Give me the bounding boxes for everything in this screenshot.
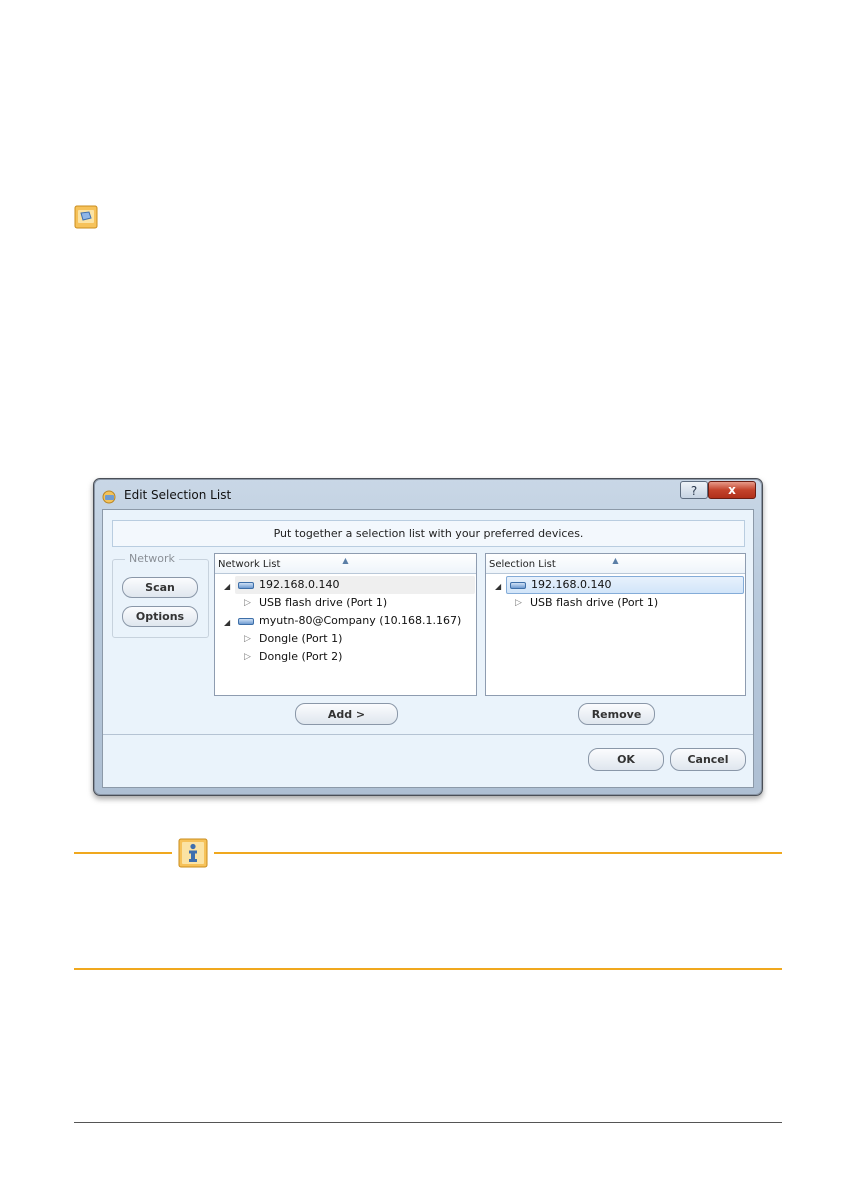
sticky-note-icon (74, 205, 98, 229)
tree-item[interactable]: USB flash drive (Port 1) (530, 594, 658, 612)
tree-item-label: Dongle (Port 1) (259, 632, 343, 645)
close-button[interactable]: x (708, 481, 756, 499)
collapsed-arrow-icon[interactable]: ▷ (244, 598, 251, 608)
tree-item[interactable]: 192.168.0.140 (235, 576, 475, 594)
selection-list[interactable]: ▲ Selection List ◢ 192.168.0.140 ▷ USB f… (485, 553, 746, 696)
sort-up-icon: ▲ (342, 556, 349, 565)
footer-rule (74, 1122, 782, 1123)
tree-item[interactable]: 192.168.0.140 (506, 576, 744, 594)
collapsed-arrow-icon[interactable]: ▷ (244, 652, 251, 662)
note-top-rule-right (214, 852, 782, 854)
instruction-text: Put together a selection list with your … (112, 520, 745, 547)
network-list[interactable]: ▲ Network List ◢ 192.168.0.140 ▷ USB fla… (214, 553, 477, 696)
network-list-header[interactable]: ▲ Network List (215, 554, 476, 574)
note-top-rule (74, 852, 172, 854)
collapsed-arrow-icon[interactable]: ▷ (515, 598, 522, 608)
tree-item[interactable]: USB flash drive (Port 1) (259, 594, 387, 612)
add-button[interactable]: Add > (295, 703, 398, 725)
sort-up-icon: ▲ (612, 556, 619, 565)
network-device-icon (238, 582, 254, 589)
expand-arrow-icon[interactable]: ◢ (224, 582, 230, 591)
tree-item-label: Dongle (Port 2) (259, 650, 343, 663)
cancel-button[interactable]: Cancel (670, 748, 746, 771)
collapsed-arrow-icon[interactable]: ▷ (244, 634, 251, 644)
remove-button[interactable]: Remove (578, 703, 655, 725)
edit-selection-list-dialog: Edit Selection List ? x Put together a s… (93, 478, 763, 796)
scan-button[interactable]: Scan (122, 577, 198, 598)
tree-item-label: myutn-80@Company (10.168.1.167) (259, 614, 462, 627)
tree-item[interactable]: Dongle (Port 2) (259, 648, 342, 666)
dialog-title: Edit Selection List (124, 488, 232, 502)
network-device-icon (238, 618, 254, 625)
tree-item-label: 192.168.0.140 (259, 578, 340, 591)
help-button[interactable]: ? (680, 481, 708, 499)
tree-item[interactable]: Dongle (Port 1) (259, 630, 342, 648)
tree-item-label: USB flash drive (Port 1) (530, 596, 659, 609)
network-list-header-label: Network List (218, 559, 281, 570)
expand-arrow-icon[interactable]: ◢ (495, 582, 501, 591)
note-bottom-rule (74, 968, 782, 970)
network-device-icon (510, 582, 526, 589)
selection-list-header-label: Selection List (489, 559, 556, 570)
tree-item[interactable]: myutn-80@Company (10.168.1.167) (235, 612, 475, 630)
tree-item-label: 192.168.0.140 (531, 578, 612, 591)
ok-button[interactable]: OK (588, 748, 664, 771)
title-bar[interactable]: Edit Selection List ? x (94, 479, 762, 509)
expand-arrow-icon[interactable]: ◢ (224, 618, 230, 627)
options-button[interactable]: Options (122, 606, 198, 627)
app-icon (102, 490, 116, 504)
dialog-client-area: Put together a selection list with your … (102, 509, 754, 788)
tree-item-label: USB flash drive (Port 1) (259, 596, 388, 609)
network-group-label: Network (125, 552, 179, 565)
info-icon (178, 838, 208, 868)
separator (103, 734, 753, 735)
selection-list-header[interactable]: ▲ Selection List (486, 554, 745, 574)
